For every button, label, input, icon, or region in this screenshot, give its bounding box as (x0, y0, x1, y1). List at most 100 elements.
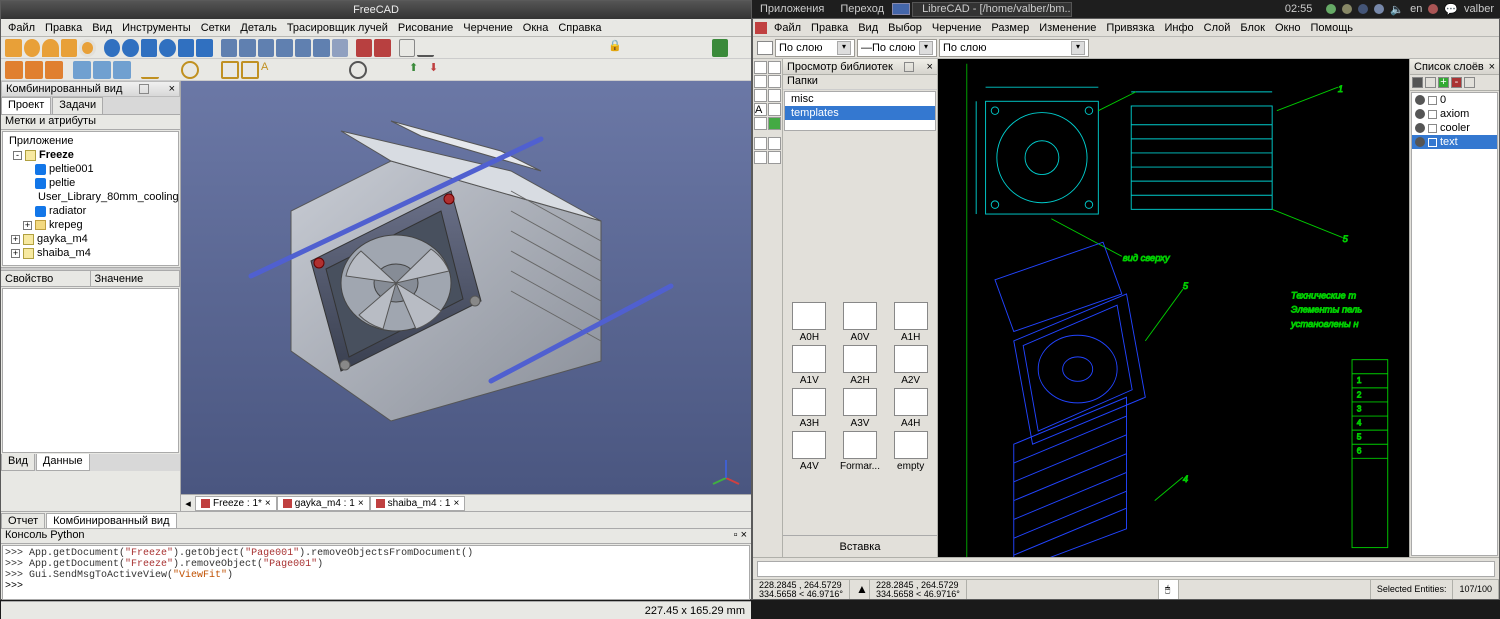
tb2-draft-rect[interactable] (221, 61, 239, 79)
layer-row[interactable]: cooler (1412, 121, 1497, 135)
tool-image-icon[interactable] (768, 117, 781, 130)
tb-sphere-icon[interactable] (42, 39, 59, 57)
tool-line-icon[interactable] (754, 61, 767, 74)
tool-select-icon[interactable] (754, 151, 767, 164)
layer-add-icon[interactable]: + (1438, 77, 1449, 88)
tool-polyline-icon[interactable] (768, 89, 781, 102)
tb2-draft-bspline[interactable] (301, 61, 319, 79)
tab-scroll-left[interactable]: ◂ (181, 497, 195, 510)
lc-menu-snap[interactable]: Привязка (1101, 22, 1159, 34)
template-thumb[interactable] (843, 431, 877, 459)
folder-templates[interactable]: templates (785, 106, 935, 120)
tb-chamfer-icon[interactable] (295, 39, 312, 57)
tb-cursor-icon[interactable] (399, 39, 416, 57)
tb2-delpoint[interactable] (529, 61, 547, 79)
linetype-swatch[interactable] (757, 41, 773, 55)
tb2-wiretoface[interactable] (489, 61, 507, 79)
expand-icon[interactable]: - (13, 151, 22, 160)
lc-menu-select[interactable]: Выбор (883, 22, 927, 34)
layer-del-icon[interactable]: - (1451, 77, 1462, 88)
tool-circle-icon[interactable] (754, 75, 767, 88)
tb2-4[interactable] (73, 61, 91, 79)
console-close-icon[interactable]: ▫ × (734, 529, 747, 541)
chat-icon[interactable]: 💬 (1444, 3, 1458, 16)
tb-lock-icon[interactable]: 🔒 (608, 39, 625, 57)
menu-file[interactable]: Файл (3, 22, 40, 34)
tb-bool5-icon[interactable] (178, 39, 195, 57)
volume-icon[interactable]: 🔈 (1390, 3, 1404, 16)
tb2-upgrade[interactable]: ⬆ (409, 61, 427, 79)
tb2-2[interactable] (25, 61, 43, 79)
expand-icon[interactable]: + (11, 249, 20, 258)
menu-windows[interactable]: Окна (518, 22, 554, 34)
view-tab-shaiba[interactable]: shaiba_m4 : 1× (370, 496, 466, 511)
lc-menu-edit[interactable]: Правка (806, 22, 853, 34)
model-tree[interactable]: Приложение -Freeze peltie001 peltie User… (2, 131, 179, 266)
tb2-edit[interactable] (469, 61, 487, 79)
menu-view[interactable]: Вид (87, 22, 117, 34)
tb-extrude-icon[interactable] (221, 39, 238, 57)
template-thumb[interactable] (894, 345, 928, 373)
menu-part[interactable]: Деталь (235, 22, 281, 34)
layer-row[interactable]: axiom (1412, 107, 1497, 121)
lc-menu-view[interactable]: Вид (853, 22, 883, 34)
lc-menu-draw[interactable]: Черчение (927, 22, 987, 34)
template-thumb[interactable] (843, 345, 877, 373)
tb-bool4-icon[interactable] (159, 39, 176, 57)
close-tab-icon[interactable]: × (265, 498, 271, 509)
lc-menu-window[interactable]: Окно (1270, 22, 1306, 34)
tb2-offset[interactable] (369, 61, 387, 79)
tree-item[interactable]: peltie (49, 177, 75, 189)
taskbar-item-librecad[interactable]: LibreCAD - [/home/valber/bm... (912, 2, 1072, 17)
panel-close-icon[interactable]: × (927, 61, 933, 73)
expand-icon[interactable]: + (23, 221, 32, 230)
layer-showall-icon[interactable] (1412, 77, 1423, 88)
template-thumb[interactable] (792, 345, 826, 373)
freecad-3d-viewport[interactable]: ◂ Freeze : 1*× gayka_m4 : 1× shaiba_m4 :… (181, 81, 751, 511)
tb-bool6-icon[interactable] (196, 39, 213, 57)
tb-seg8-icon[interactable] (584, 39, 601, 57)
menu-draft[interactable]: Черчение (458, 22, 518, 34)
apps-menu[interactable]: Приложения (752, 3, 832, 15)
tool-spline-icon[interactable] (754, 89, 767, 102)
property-grid[interactable] (2, 288, 179, 453)
linetype-combo[interactable]: По слою▾ (775, 39, 855, 57)
tool-text-icon[interactable]: A (754, 103, 767, 116)
tb2-1[interactable] (5, 61, 23, 79)
eye-icon[interactable] (1415, 123, 1425, 133)
tb-torus-icon[interactable] (79, 39, 96, 57)
lc-menu-help[interactable]: Помощь (1306, 22, 1359, 34)
tb2-draft-wire[interactable] (161, 61, 179, 79)
tb-mirror-icon[interactable] (258, 39, 275, 57)
lock-icon[interactable] (1428, 138, 1437, 147)
tool-ellipse-icon[interactable] (768, 75, 781, 88)
template-thumb[interactable] (843, 302, 877, 330)
menu-raytrace[interactable]: Трасировщик лучей (282, 22, 393, 34)
tool-dim-icon[interactable] (754, 117, 767, 130)
lc-menu-layer[interactable]: Слой (1199, 22, 1236, 34)
tb-fillet-icon[interactable] (276, 39, 293, 57)
layer-row[interactable]: text (1412, 135, 1497, 149)
expand-icon[interactable]: + (11, 235, 20, 244)
tab-data[interactable]: Данные (36, 454, 90, 471)
tree-item[interactable]: shaiba_m4 (37, 247, 91, 259)
panel-close-icon[interactable]: × (169, 83, 175, 95)
tb-cube-icon[interactable] (5, 39, 22, 57)
tool-arc-icon[interactable] (768, 61, 781, 74)
template-thumb[interactable] (894, 302, 928, 330)
librecad-canvas[interactable]: 1 5 вид сверху Технические т Элементы пе… (938, 59, 1409, 557)
view-tab-gayka[interactable]: gayka_m4 : 1× (277, 496, 370, 511)
tb-line2-icon[interactable] (651, 39, 668, 57)
tb-revolve-icon[interactable] (239, 39, 256, 57)
tb-new-page-icon[interactable] (356, 39, 373, 57)
insert-button[interactable]: Вставка (783, 535, 937, 557)
panel-restore-icon[interactable] (139, 84, 149, 94)
tb2-draft-dim[interactable] (281, 61, 299, 79)
tb2-extra1[interactable] (589, 61, 607, 79)
tb2-6[interactable] (113, 61, 131, 79)
tb-seg3-icon[interactable] (491, 39, 508, 57)
tb-bool1-icon[interactable] (104, 39, 121, 57)
python-console[interactable]: >>> App.getDocument("Freeze").getObject(… (2, 545, 750, 600)
keyboard-lang[interactable]: en (1410, 3, 1422, 15)
lock-icon[interactable] (1428, 96, 1437, 105)
